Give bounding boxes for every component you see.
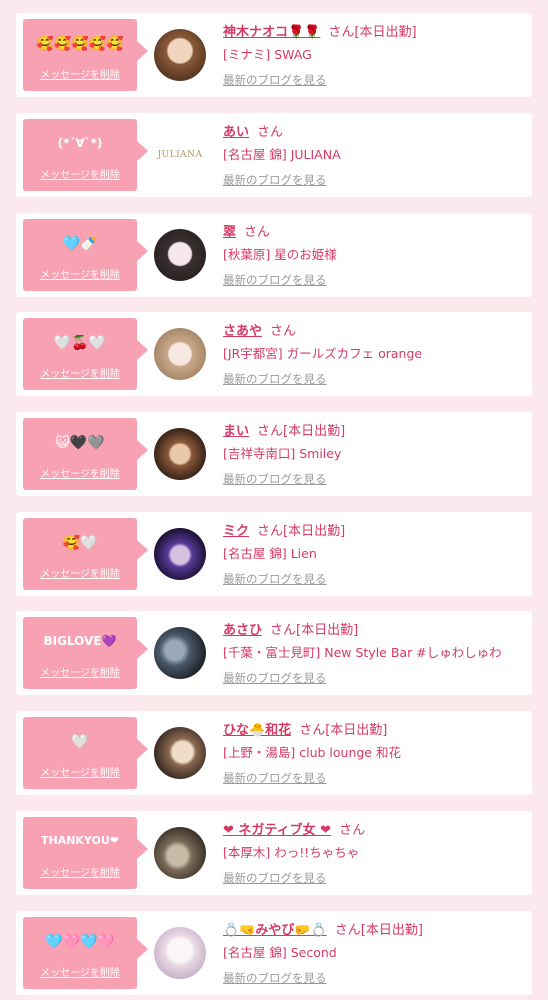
san-label: さん bbox=[334, 923, 361, 938]
message-text: (*´∀`*) bbox=[57, 136, 103, 150]
message-bubble: THANKYOU❤ メッセージを削除 bbox=[23, 817, 148, 889]
working-today-label: [本日出勤] bbox=[296, 623, 359, 638]
working-today-label: [本日出勤] bbox=[325, 723, 388, 738]
latest-blog-link[interactable]: 最新のブログを見る bbox=[223, 566, 523, 592]
message-bubble: 🤍🍒🤍 メッセージを削除 bbox=[23, 318, 148, 390]
message-text: 🩵🩷🩵🩷 bbox=[45, 934, 115, 950]
shop-name: [名古屋 錦] Lien bbox=[223, 546, 317, 561]
latest-blog-link[interactable]: 最新のブログを見る bbox=[223, 366, 523, 392]
latest-blog-link[interactable]: 最新のブログを見る bbox=[223, 665, 523, 691]
shop-name: [ミナミ] SWAG bbox=[223, 47, 312, 62]
message-bubble: 🤍 メッセージを削除 bbox=[23, 717, 148, 789]
working-today-label: [本日出勤] bbox=[360, 923, 423, 938]
avatar[interactable] bbox=[154, 328, 206, 380]
san-label: さん bbox=[270, 324, 297, 339]
list-item: 🩵🍼 メッセージを削除 翠さん [秋葉原] 星のお姫様 最新のブログを見る bbox=[16, 213, 532, 297]
message-bubble: 🥰🤍 メッセージを削除 bbox=[23, 518, 148, 590]
delete-message-link[interactable]: メッセージを削除 bbox=[23, 664, 137, 679]
list-item: 🤍 メッセージを削除 ひな🐣和花 さん[本日出勤] [上野・湯島] club lo… bbox=[16, 711, 532, 795]
cast-name-link[interactable]: ひな🐣和花 bbox=[223, 723, 291, 738]
list-item: 🥰🤍 メッセージを削除 ミク さん[本日出勤] [名古屋 錦] Lien 最新のブ… bbox=[16, 512, 532, 596]
message-bubble: 🩵🍼 メッセージを削除 bbox=[23, 219, 148, 291]
delete-message-link[interactable]: メッセージを削除 bbox=[23, 66, 137, 81]
working-today-label: [本日出勤] bbox=[283, 524, 346, 539]
san-label: さん bbox=[244, 225, 271, 240]
message-bubble: 😺🖤🩶 メッセージを削除 bbox=[23, 418, 148, 490]
cast-name-link[interactable]: まい bbox=[223, 424, 249, 439]
avatar[interactable] bbox=[154, 229, 206, 281]
message-bubble: BIGLOVE💜 メッセージを削除 bbox=[23, 617, 148, 689]
san-label: さん bbox=[257, 524, 284, 539]
list-item: 🩵🩷🩵🩷 メッセージを削除 💍🤜みやび🤛💍 さん[本日出勤] [名古屋 錦] Se… bbox=[16, 911, 532, 995]
delete-message-link[interactable]: メッセージを削除 bbox=[23, 964, 137, 979]
cast-name-link[interactable]: 💍🤜みやび🤛💍 bbox=[223, 923, 327, 938]
latest-blog-link[interactable]: 最新のブログを見る bbox=[223, 865, 523, 891]
delete-message-link[interactable]: メッセージを削除 bbox=[23, 565, 137, 580]
cast-name-link[interactable]: あい bbox=[223, 125, 249, 140]
message-text: THANKYOU❤ bbox=[40, 834, 120, 847]
delete-message-link[interactable]: メッセージを削除 bbox=[23, 266, 137, 281]
latest-blog-link[interactable]: 最新のブログを見る bbox=[223, 466, 523, 492]
list-item: 🤍🍒🤍 メッセージを削除 さあや さん [JR宇都宮] ガールズカフェ orang… bbox=[16, 312, 532, 396]
cast-name-link[interactable]: あさひ bbox=[223, 623, 262, 638]
avatar[interactable] bbox=[154, 528, 206, 580]
shop-logo[interactable]: JULIANA bbox=[154, 129, 206, 181]
message-text: 🥰🥰🥰🥰🥰 bbox=[36, 36, 124, 52]
message-text: BIGLOVE💜 bbox=[43, 634, 117, 648]
message-bubble: 🥰🥰🥰🥰🥰 メッセージを削除 bbox=[23, 19, 148, 91]
san-label: さん bbox=[299, 723, 326, 738]
message-bubble: 🩵🩷🩵🩷 メッセージを削除 bbox=[23, 917, 148, 989]
avatar[interactable] bbox=[154, 827, 206, 879]
san-label: さん bbox=[257, 125, 284, 140]
message-text: 🥰🤍 bbox=[62, 535, 98, 551]
shop-logo-text: JULIANA bbox=[157, 150, 203, 160]
latest-blog-link[interactable]: 最新のブログを見る bbox=[223, 267, 523, 293]
message-text: 🤍 bbox=[71, 734, 89, 750]
list-item: THANKYOU❤ メッセージを削除 ❤ ネガティブ女 ❤ さん [本厚木] わっ… bbox=[16, 811, 532, 895]
shop-name: [千葉・富士見町] New Style Bar #しゅわしゅわ bbox=[223, 645, 502, 660]
cast-name-link[interactable]: ❤ ネガティブ女 ❤ bbox=[223, 823, 331, 838]
cast-name-link[interactable]: ミク bbox=[223, 524, 249, 539]
cast-name-link[interactable]: 翠 bbox=[223, 225, 236, 240]
delete-message-link[interactable]: メッセージを削除 bbox=[23, 365, 137, 380]
latest-blog-link[interactable]: 最新のブログを見る bbox=[223, 67, 523, 93]
working-today-label: [本日出勤] bbox=[283, 424, 346, 439]
message-text: 🩵🍼 bbox=[62, 236, 98, 252]
shop-name: [名古屋 錦] JULIANA bbox=[223, 147, 341, 162]
san-label: さん bbox=[270, 623, 297, 638]
cast-name-link[interactable]: 神木ナオコ🌹🌹 bbox=[223, 25, 320, 40]
list-item: (*´∀`*) メッセージを削除 JULIANA あい さん [名古屋 錦] JU… bbox=[16, 113, 532, 197]
avatar[interactable] bbox=[154, 29, 206, 81]
delete-message-link[interactable]: メッセージを削除 bbox=[23, 465, 137, 480]
latest-blog-link[interactable]: 最新のブログを見る bbox=[223, 167, 523, 193]
message-bubble: (*´∀`*) メッセージを削除 bbox=[23, 119, 148, 191]
shop-name: [本厚木] わっ!!ちゃちゃ bbox=[223, 845, 360, 860]
avatar[interactable] bbox=[154, 627, 206, 679]
delete-message-link[interactable]: メッセージを削除 bbox=[23, 166, 137, 181]
san-label: さん bbox=[257, 424, 284, 439]
list-item: BIGLOVE💜 メッセージを削除 あさひ さん[本日出勤] [千葉・富士見町] … bbox=[16, 611, 532, 695]
message-text: 🤍🍒🤍 bbox=[53, 335, 107, 351]
shop-name: [JR宇都宮] ガールズカフェ orange bbox=[223, 346, 423, 361]
latest-blog-link[interactable]: 最新のブログを見る bbox=[223, 965, 523, 991]
latest-blog-link[interactable]: 最新のブログを見る bbox=[223, 765, 523, 791]
list-item: 🥰🥰🥰🥰🥰 メッセージを削除 神木ナオコ🌹🌹 さん[本日出勤] [ミナミ] SWA… bbox=[16, 13, 532, 97]
working-today-label: [本日出勤] bbox=[354, 25, 417, 40]
delete-message-link[interactable]: メッセージを削除 bbox=[23, 764, 137, 779]
avatar[interactable] bbox=[154, 727, 206, 779]
shop-name: [吉祥寺南口] Smiley bbox=[223, 446, 342, 461]
cast-name-link[interactable]: さあや bbox=[223, 324, 262, 339]
list-item: 😺🖤🩶 メッセージを削除 まい さん[本日出勤] [吉祥寺南口] Smiley 最… bbox=[16, 412, 532, 496]
shop-name: [上野・湯島] club lounge 和花 bbox=[223, 745, 401, 760]
san-label: さん bbox=[328, 25, 355, 40]
shop-name: [名古屋 錦] Second bbox=[223, 945, 337, 960]
avatar[interactable] bbox=[154, 927, 206, 979]
delete-message-link[interactable]: メッセージを削除 bbox=[23, 864, 137, 879]
shop-name: [秋葉原] 星のお姫様 bbox=[223, 247, 337, 262]
message-text: 😺🖤🩶 bbox=[55, 435, 105, 451]
san-label: さん bbox=[339, 823, 366, 838]
avatar[interactable] bbox=[154, 428, 206, 480]
